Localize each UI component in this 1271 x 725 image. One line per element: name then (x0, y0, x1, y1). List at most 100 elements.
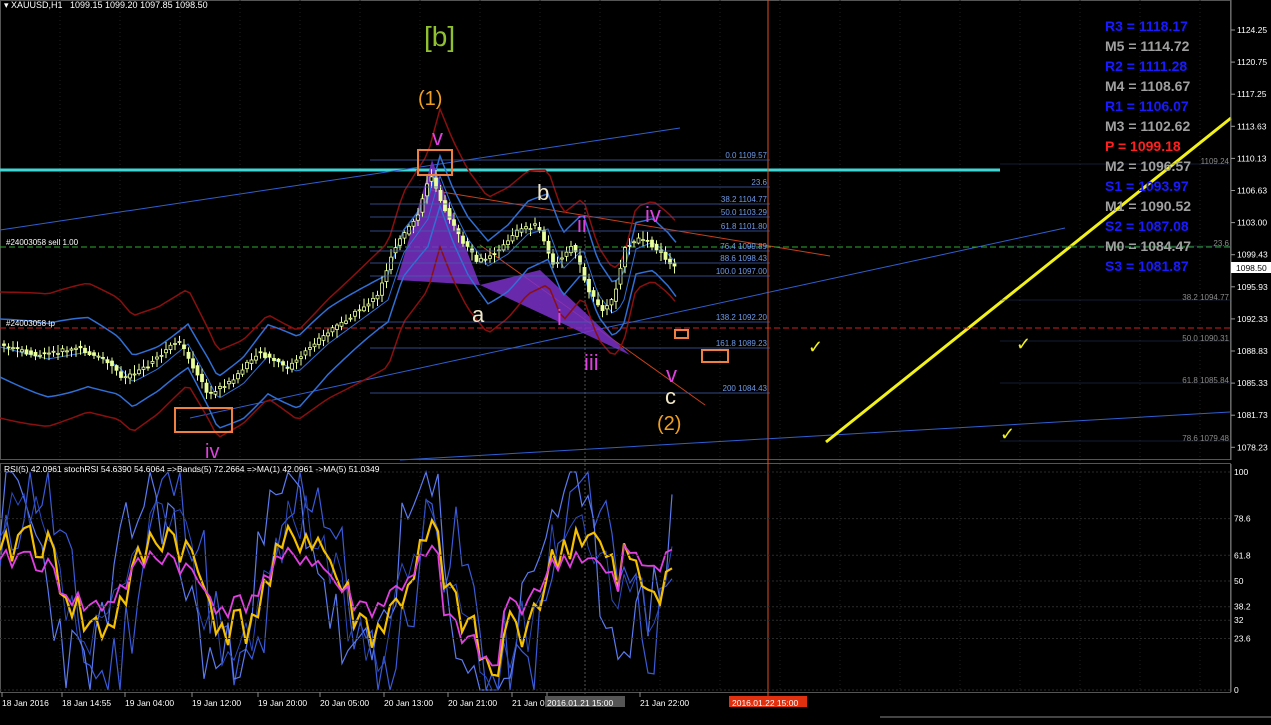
price-axis[interactable]: 1124.25 1120.75 1117.25 1113.63 1110.13 1106.… (1230, 0, 1271, 460)
fib-level-label: 200 1084.43 (723, 384, 768, 393)
price-tick-label: 1095.93 (1237, 282, 1268, 292)
candle-body (344, 320, 348, 324)
candle-body (29, 350, 33, 355)
bollinger-upper-blue (0, 153, 677, 377)
pivot-value: = 1084.47 (1124, 238, 1191, 254)
candle-body (398, 238, 402, 246)
wave-label-2: (2) (657, 413, 681, 435)
candle-body (299, 356, 303, 359)
candle-body (632, 241, 636, 244)
candle-body (276, 358, 281, 362)
fib-level-label: 76.4 1099.89 (720, 242, 767, 251)
pivot-level-s2: S2 = 1087.08 (1105, 218, 1189, 234)
candle-body (564, 251, 569, 257)
price-chart[interactable]: ▾ XAUUSD,H1 1099.15 1099.20 1097.85 1098… (0, 0, 1271, 720)
candle-body (353, 310, 357, 317)
candle-body (281, 361, 285, 366)
candle-body (42, 352, 47, 355)
mt4-chart-window[interactable]: ▾ XAUUSD,H1 1099.15 1099.20 1097.85 1098… (0, 0, 1271, 720)
candle-body (177, 341, 182, 343)
candle-body (591, 290, 596, 297)
candle-body (645, 239, 650, 242)
candle-body (182, 344, 186, 350)
wave-label-v-top: v (432, 125, 443, 150)
candle-body (348, 317, 353, 320)
time-axis[interactable]: 18 Jan 2016 18 Jan 14:55 19 Jan 04:00 19 Ja… (1, 692, 1271, 718)
candle-body (56, 352, 60, 355)
candle-body (123, 376, 128, 379)
price-tick-label: 1110.13 (1237, 153, 1267, 163)
candle-body (132, 373, 137, 376)
pivot-level-s1: S1 = 1093.97 (1105, 178, 1189, 194)
checkmark-1: ✓ (808, 337, 823, 357)
checkmark-2: ✓ (1016, 334, 1031, 354)
candle-body (528, 228, 533, 231)
candle-body (141, 366, 146, 370)
wave-label-iv-top: iv (645, 202, 661, 227)
wave-label-c: c (665, 384, 676, 409)
candle-body (357, 309, 362, 312)
candle-body (636, 237, 641, 244)
candle-body (402, 232, 407, 239)
candle-body (465, 241, 470, 247)
candle-body (560, 257, 564, 260)
price-tick-label: 1117.25 (1237, 89, 1267, 99)
candle-body (470, 248, 474, 253)
candle-body (326, 332, 330, 337)
pivot-level-m3: M3 = 1102.62 (1105, 118, 1190, 134)
candle-body (434, 177, 438, 189)
candle-body (312, 343, 317, 348)
candle-body (294, 359, 299, 363)
candle-body (204, 382, 209, 393)
target-box-wide[interactable] (701, 349, 729, 363)
candle-body (155, 356, 159, 360)
symbol-header: ▾ XAUUSD,H1 (4, 0, 63, 10)
candle-body (114, 365, 119, 371)
time-tick-label: 18 Jan 14:55 (62, 698, 111, 708)
lower-channel-line-2[interactable] (399, 411, 1231, 461)
candle-body (78, 345, 83, 349)
price-tick-label: 1078.23 (1237, 442, 1268, 452)
candle-body (339, 321, 344, 327)
candle-body (447, 208, 452, 220)
candle-body (672, 263, 677, 267)
candle-body (650, 239, 654, 248)
fib-level-label: 88.6 1098.43 (720, 254, 767, 263)
candle-body (429, 176, 434, 182)
time-tick-label: 2016.01.21 15:00 (547, 698, 613, 708)
candle-body (443, 200, 447, 212)
rsi-tick-label: 50 (1234, 576, 1244, 586)
candle-body (510, 235, 515, 242)
pivot-value: = 1106.07 (1123, 98, 1189, 114)
main-chart-frame (0, 0, 1231, 460)
candle-body (461, 235, 465, 244)
candle-body (290, 362, 294, 370)
fib-level-label-2: 38.2 1094.77 (1182, 293, 1229, 302)
pivot-level-r3: R3 = 1118.17 (1105, 18, 1188, 34)
current-price-label: 1098.50 (1236, 263, 1267, 273)
candle-body (519, 228, 524, 233)
target-box-small[interactable] (674, 329, 689, 339)
take-profit-label[interactable]: #24003058 tp (6, 319, 55, 328)
pivot-level-m2: M2 = 1096.57 (1105, 158, 1191, 174)
pivot-label: R3 (1105, 18, 1123, 34)
candle-body (501, 244, 506, 251)
price-tick-label: 1120.75 (1237, 57, 1267, 67)
time-tick-label: 20 Jan 13:00 (384, 698, 433, 708)
ohlc-readout: 1099.15 1099.20 1097.85 1098.50 (70, 0, 208, 10)
candle-body (272, 357, 276, 362)
candle-body (600, 305, 605, 312)
pivot-level-p: P = 1099.18 (1105, 138, 1181, 154)
candle-body (492, 253, 497, 256)
pivot-label: M0 (1105, 238, 1125, 254)
pivot-value: = 1090.52 (1124, 198, 1191, 214)
candle-body (474, 254, 479, 262)
candle-body (20, 349, 24, 353)
sell-order-label[interactable]: #24003058 sell 1.00 (6, 238, 79, 247)
fib-level-label-2: 1109.24 (1201, 157, 1230, 166)
candle-body (209, 391, 213, 394)
candle-body (263, 352, 267, 358)
candle-body (236, 373, 240, 380)
candle-body (303, 350, 308, 356)
candle-body (164, 349, 168, 354)
